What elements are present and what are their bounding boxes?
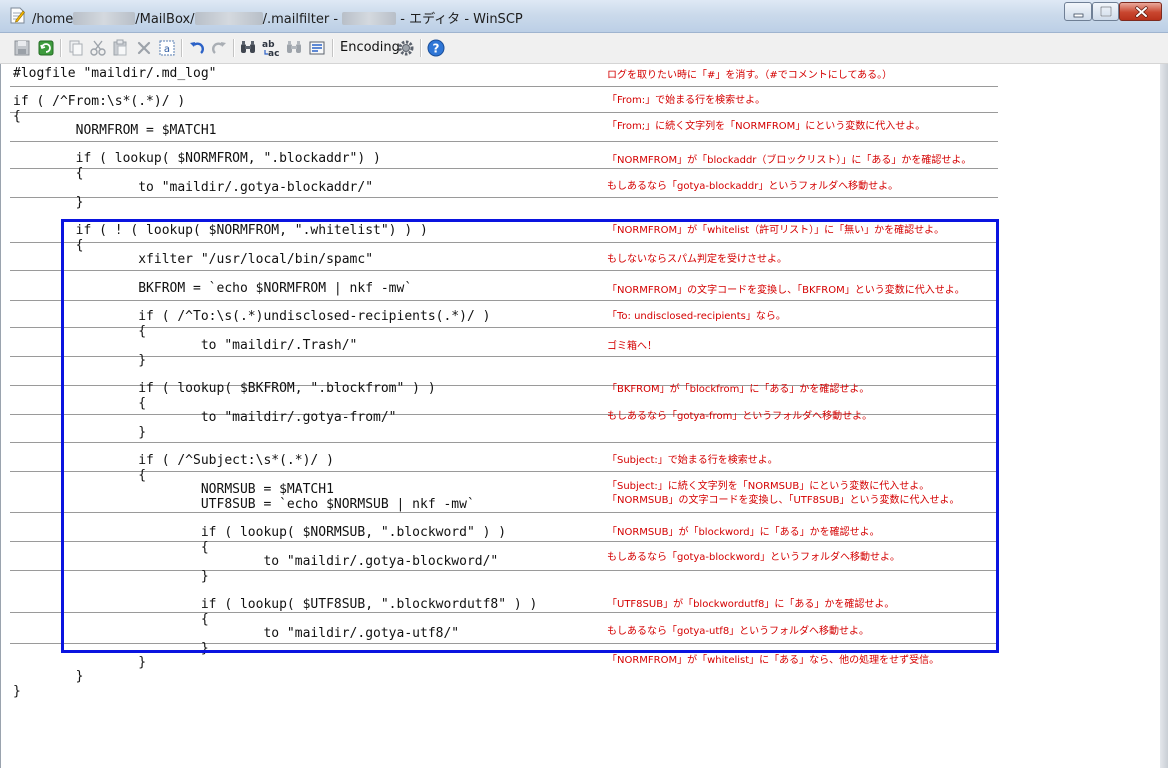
save-button[interactable]: [12, 38, 32, 58]
redo-icon: [212, 42, 226, 54]
title-seg2: /.mailfilter -: [262, 12, 343, 27]
find-button[interactable]: [238, 38, 258, 58]
title-bar[interactable]: /home/MailBox/ /.mailfilter - - エディタ - Wi…: [0, 0, 1168, 33]
code-line: }: [13, 195, 84, 210]
delete-icon: [137, 41, 151, 55]
toolbar-separator: [60, 39, 62, 57]
code-area[interactable]: #logfile "maildir/.md_log" if ( /^From:\…: [0, 64, 1000, 768]
toolbar-separator: [233, 39, 235, 57]
title-prefix: /home: [32, 12, 74, 27]
toolbar-separator: [420, 39, 422, 57]
annotation: 「NORMFROM」が「whitelist」に「ある」なら、他の処理をせず受信。: [607, 655, 940, 666]
code-line: NORMFROM = $MATCH1: [13, 123, 217, 138]
window-right-edge: [1160, 64, 1168, 768]
code-line: to "maildir/.gotya-blockaddr/": [13, 180, 374, 195]
separator-rule: [10, 86, 998, 87]
code-line: }: [13, 684, 21, 699]
code-line: #logfile "maildir/.md_log": [13, 66, 217, 81]
cut-button[interactable]: [88, 38, 108, 58]
redacted-mailbox: [194, 12, 263, 25]
cut-icon: [90, 40, 106, 56]
code-line: if ( /^From:\s*(.*)/ ): [13, 94, 186, 109]
reload-icon: [38, 40, 54, 56]
reload-button[interactable]: [36, 38, 56, 58]
window-title: /home/MailBox/ /.mailfilter - - エディタ - Wi…: [32, 8, 523, 27]
toolbar-separator: [181, 39, 183, 57]
separator-rule: [10, 197, 998, 198]
delete-button[interactable]: [134, 38, 154, 58]
svg-text:?: ?: [433, 42, 440, 56]
editor-toolbar: a ab ac Encoding ?: [0, 33, 1168, 64]
replace-button[interactable]: ab ac: [261, 38, 281, 58]
svg-text:a: a: [164, 44, 170, 55]
annotation: 「From;」に続く文字列を「NORMFROM」にという変数に代入せよ。: [607, 121, 926, 132]
minimize-icon: [1073, 13, 1084, 18]
title-suffix: - エディタ - WinSCP: [396, 12, 523, 27]
paste-button[interactable]: [110, 38, 130, 58]
help-button[interactable]: ?: [426, 38, 446, 58]
annotation: ログを取りたい時に「#」を消す。（#でコメントにしてある。）: [607, 70, 893, 81]
goto-line-icon: [309, 41, 325, 55]
maximize-icon: [1100, 6, 1112, 17]
paste-icon: [113, 39, 127, 56]
title-seg1: /MailBox/: [135, 12, 195, 27]
close-button[interactable]: [1119, 2, 1162, 21]
annotation: 「NORMFROM」が「blockaddr（ブロックリスト）」に「ある」かを確認…: [607, 155, 972, 166]
code-line: if ( lookup( $NORMFROM, ".blockaddr") ): [13, 151, 381, 166]
copy-icon: [69, 40, 83, 56]
svg-text:ac: ac: [268, 49, 279, 58]
save-icon: [14, 40, 30, 56]
annotation: 「From:」で始まる行を検索せよ。: [607, 95, 766, 106]
replace-icon: abac: [262, 40, 279, 58]
goto-line-button[interactable]: [307, 38, 327, 58]
help-icon: ?: [427, 39, 445, 57]
code-line: {: [13, 166, 84, 181]
editor-document-icon: [10, 7, 25, 24]
redacted-host: [342, 12, 397, 25]
settings-gear-icon: [398, 40, 414, 56]
undo-icon: [190, 42, 204, 54]
encoding-button[interactable]: Encoding: [340, 40, 400, 55]
redo-button[interactable]: [209, 38, 229, 58]
whitelist-block-highlight: [61, 219, 999, 653]
redacted-username: [73, 12, 136, 25]
code-line: }: [13, 669, 84, 684]
minimize-button[interactable]: [1064, 2, 1092, 21]
find-next-icon: [287, 41, 301, 53]
code-line: {: [13, 109, 21, 124]
maximize-button[interactable]: [1092, 2, 1119, 21]
toolbar-separator: [332, 39, 334, 57]
separator-rule: [10, 112, 998, 113]
separator-rule: [10, 168, 998, 169]
close-icon: [1135, 6, 1148, 18]
code-line: }: [13, 655, 147, 670]
find-icon: [241, 41, 255, 53]
select-all-button[interactable]: a: [157, 38, 177, 58]
find-next-button[interactable]: [284, 38, 304, 58]
settings-button[interactable]: [396, 38, 416, 58]
annotation: もしあるなら「gotya-blockaddr」というフォルダへ移動せよ。: [607, 181, 899, 192]
select-all-icon: a: [159, 40, 175, 56]
copy-button[interactable]: [66, 38, 86, 58]
separator-rule: [10, 141, 998, 142]
code-editor[interactable]: #logfile "maildir/.md_log" if ( /^From:\…: [0, 64, 1168, 768]
undo-button[interactable]: [187, 38, 207, 58]
